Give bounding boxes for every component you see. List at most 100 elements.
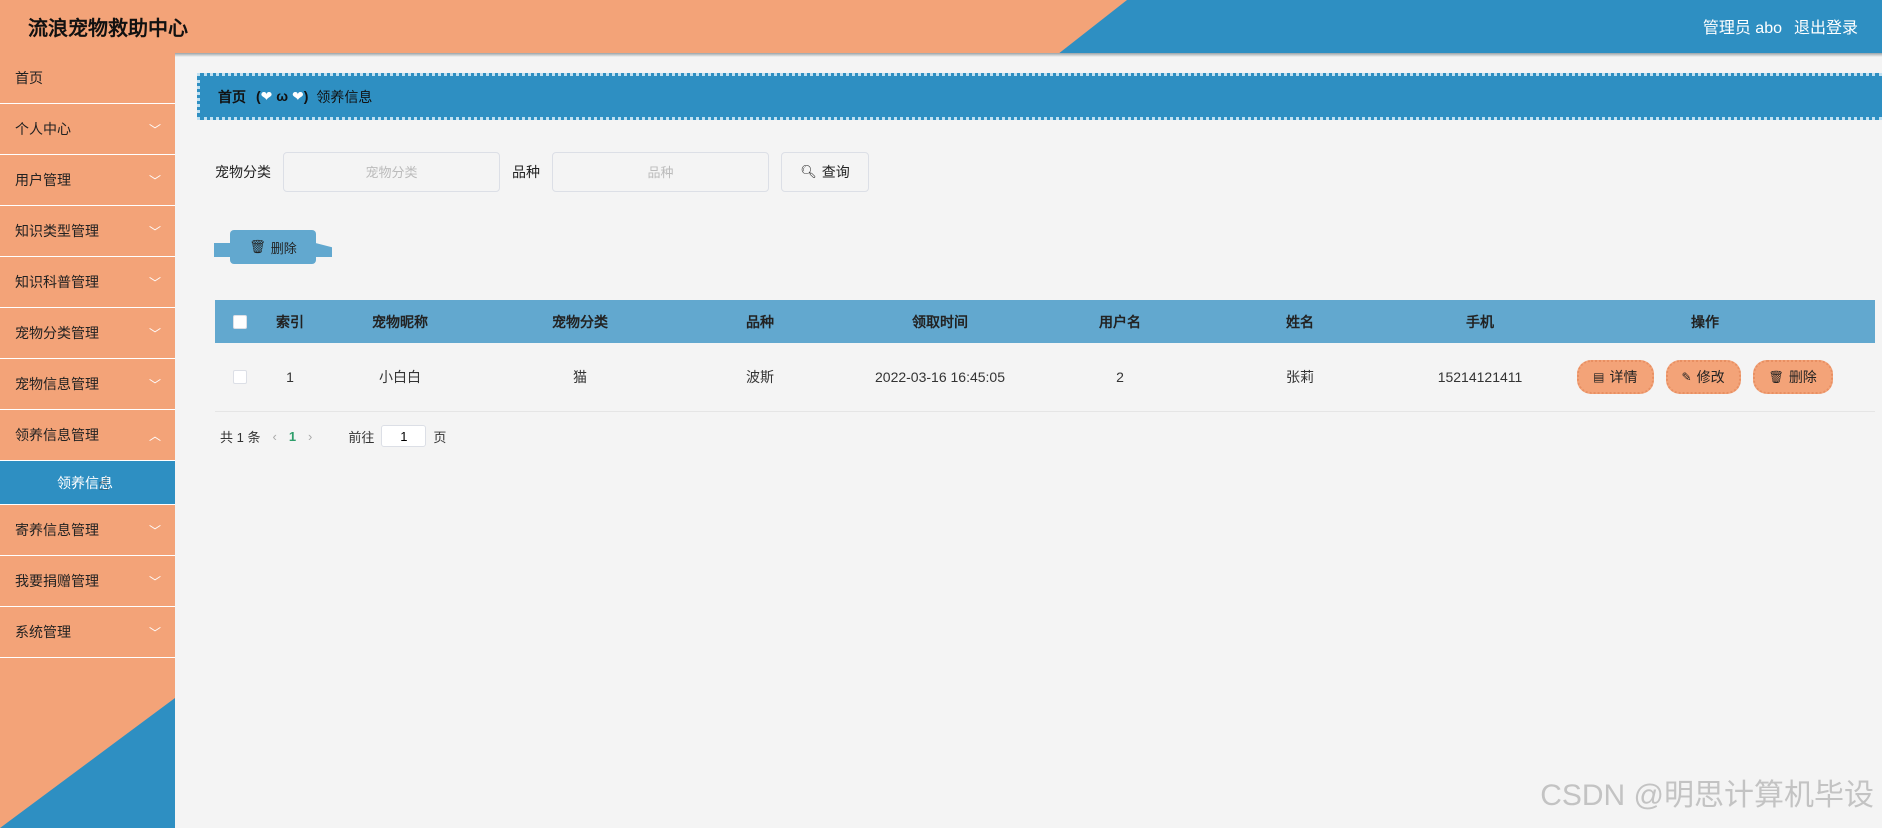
- sidebar-item-knowledge-type[interactable]: 知识类型管理 ﹀: [0, 206, 175, 257]
- column-header[interactable]: 用户名: [1035, 312, 1205, 332]
- chevron-down-icon: ﹀: [148, 377, 161, 392]
- edit-icon: ✎: [1681, 370, 1692, 384]
- chevron-down-icon: ﹀: [148, 523, 161, 538]
- detail-button[interactable]: ▤ 详情: [1577, 360, 1654, 394]
- sidebar-item-label: 用户管理: [15, 172, 71, 188]
- column-header[interactable]: 索引: [265, 312, 315, 332]
- trash-icon: 🗑︎: [249, 239, 266, 254]
- breadcrumb-home[interactable]: 首页: [218, 87, 246, 107]
- total-count: 共 1 条: [220, 429, 261, 445]
- sidebar-item-system-management[interactable]: 系统管理 ﹀: [0, 607, 175, 658]
- batch-delete-label: 删除: [270, 240, 297, 256]
- header-shadow: [0, 53, 1882, 57]
- cell-time: 2022-03-16 16:45:05: [875, 369, 1005, 385]
- sidebar-item-label: 知识类型管理: [15, 223, 99, 239]
- row-checkbox[interactable]: [233, 370, 247, 384]
- heart-icon: ❤: [292, 88, 304, 104]
- sidebar-item-label: 领养信息管理: [15, 427, 99, 443]
- sidebar: 首页 个人中心 ﹀ 用户管理 ﹀ 知识类型管理 ﹀ 知识科普管理 ﹀ 宠物分类管…: [0, 53, 175, 828]
- cell-category: 猫: [573, 369, 587, 385]
- chevron-down-icon: ﹀: [148, 122, 161, 137]
- goto-page-input[interactable]: [381, 425, 427, 447]
- cell-actions: ▤ 详情 ✎ 修改 🗑︎ 删除: [1565, 360, 1845, 394]
- column-header[interactable]: 手机: [1395, 312, 1565, 332]
- sidebar-item-label: 宠物分类管理: [15, 325, 99, 341]
- batch-delete-button[interactable]: 🗑︎ 删除: [214, 230, 332, 266]
- cell-phone: 15214121411: [1437, 369, 1523, 385]
- goto-label: 前往: [348, 429, 375, 445]
- breadcrumb: 首页 (❤ ω ❤) 领养信息: [197, 73, 1882, 120]
- column-header[interactable]: 领取时间: [845, 312, 1035, 332]
- chevron-down-icon: ﹀: [148, 224, 161, 239]
- sidebar-item-pet-info[interactable]: 宠物信息管理 ﹀: [0, 359, 175, 410]
- sidebar-item-label: 我要捐赠管理: [15, 573, 99, 589]
- delete-button-label: 删除: [1788, 369, 1817, 385]
- sidebar-corner-decoration: [0, 698, 175, 828]
- column-header: 操作: [1691, 313, 1719, 330]
- table-header: 索引 宠物昵称 宠物分类 品种 领取时间 用户名 姓名 手机 操作: [215, 300, 1875, 343]
- category-search-input[interactable]: [283, 152, 500, 192]
- edit-button-label: 修改: [1696, 369, 1725, 385]
- sidebar-item-adoption-management[interactable]: 领养信息管理 ︿: [0, 410, 175, 461]
- table-row: 1 小白白 猫 波斯 2022-03-16 16:45:05 2 张莉 1521…: [215, 343, 1875, 412]
- page-number[interactable]: 1: [289, 429, 296, 444]
- column-header[interactable]: 姓名: [1205, 312, 1395, 332]
- heart-icon: ❤: [260, 88, 273, 104]
- admin-user-label: 管理员 abo: [1702, 20, 1782, 37]
- column-header[interactable]: 宠物分类: [485, 312, 675, 332]
- breed-label: 品种: [512, 164, 540, 180]
- search-form: 宠物分类 品种 🔍︎ 查询: [215, 152, 869, 192]
- batch-delete-body: 🗑︎ 删除: [230, 230, 316, 264]
- cell-username: 2: [1116, 369, 1124, 385]
- sidebar-item-knowledge-science[interactable]: 知识科普管理 ﹀: [0, 257, 175, 308]
- detail-button-label: 详情: [1609, 369, 1638, 385]
- cell-breed: 波斯: [746, 369, 774, 385]
- sidebar-item-personal-center[interactable]: 个人中心 ﹀: [0, 104, 175, 155]
- cell-index: 1: [286, 369, 294, 385]
- breed-search-input[interactable]: [552, 152, 769, 192]
- chevron-down-icon: ﹀: [148, 625, 161, 640]
- sidebar-item-label: 宠物信息管理: [15, 376, 99, 392]
- sidebar-item-user-management[interactable]: 用户管理 ﹀: [0, 155, 175, 206]
- column-header[interactable]: 宠物昵称: [315, 312, 485, 332]
- sidebar-item-label: 系统管理: [15, 624, 71, 640]
- sidebar-item-pet-category[interactable]: 宠物分类管理 ﹀: [0, 308, 175, 359]
- page-suffix: 页: [433, 429, 447, 445]
- breadcrumb-separator: (❤ ω ❤): [256, 88, 309, 104]
- query-button-label: 查询: [821, 164, 850, 180]
- logout-button[interactable]: 退出登录: [1794, 14, 1858, 38]
- cell-pet-name: 小白白: [379, 369, 421, 385]
- top-header: 流浪宠物救助中心 管理员 abo 退出登录: [0, 0, 1882, 53]
- query-button[interactable]: 🔍︎ 查询: [781, 152, 869, 192]
- sidebar-item-label: 个人中心: [15, 121, 71, 137]
- prev-page-icon[interactable]: ‹: [272, 429, 276, 444]
- column-header[interactable]: 品种: [675, 312, 845, 332]
- sidebar-item-label: 首页: [15, 70, 43, 86]
- sidebar-item-donation-management[interactable]: 我要捐赠管理 ﹀: [0, 556, 175, 607]
- cell-name: 张莉: [1286, 369, 1314, 385]
- watermark: CSDN @明思计算机毕设: [1540, 779, 1874, 812]
- select-all-checkbox[interactable]: [233, 314, 247, 329]
- hand-cursor-icon: ☝: [98, 474, 109, 494]
- chevron-down-icon: ﹀: [148, 173, 161, 188]
- app-title: 流浪宠物救助中心: [28, 18, 188, 40]
- document-icon: ▤: [1593, 370, 1605, 384]
- sidebar-item-foster-management[interactable]: 寄养信息管理 ﹀: [0, 505, 175, 556]
- pagination: 共 1 条 ‹ 1 › 前往 页: [220, 425, 446, 447]
- delete-button[interactable]: 🗑︎ 删除: [1752, 360, 1833, 394]
- sidebar-item-label: 寄养信息管理: [15, 522, 99, 538]
- search-icon: 🔍︎: [800, 164, 817, 179]
- sidebar-item-label: 知识科普管理: [15, 274, 99, 290]
- adoption-table: 索引 宠物昵称 宠物分类 品种 领取时间 用户名 姓名 手机 操作 1 小白白 …: [215, 300, 1875, 412]
- category-label: 宠物分类: [215, 164, 271, 180]
- breadcrumb-current: 领养信息: [316, 88, 373, 105]
- chevron-up-icon: ︿: [148, 428, 161, 443]
- next-page-icon[interactable]: ›: [308, 429, 312, 444]
- sidebar-subitem-adoption-info[interactable]: 领养信息: [0, 461, 175, 505]
- trash-icon: 🗑︎: [1768, 370, 1784, 384]
- chevron-down-icon: ﹀: [148, 275, 161, 290]
- chevron-down-icon: ﹀: [148, 574, 161, 589]
- sidebar-item-home[interactable]: 首页: [0, 53, 175, 104]
- edit-button[interactable]: ✎ 修改: [1665, 360, 1741, 394]
- chevron-down-icon: ﹀: [148, 326, 161, 341]
